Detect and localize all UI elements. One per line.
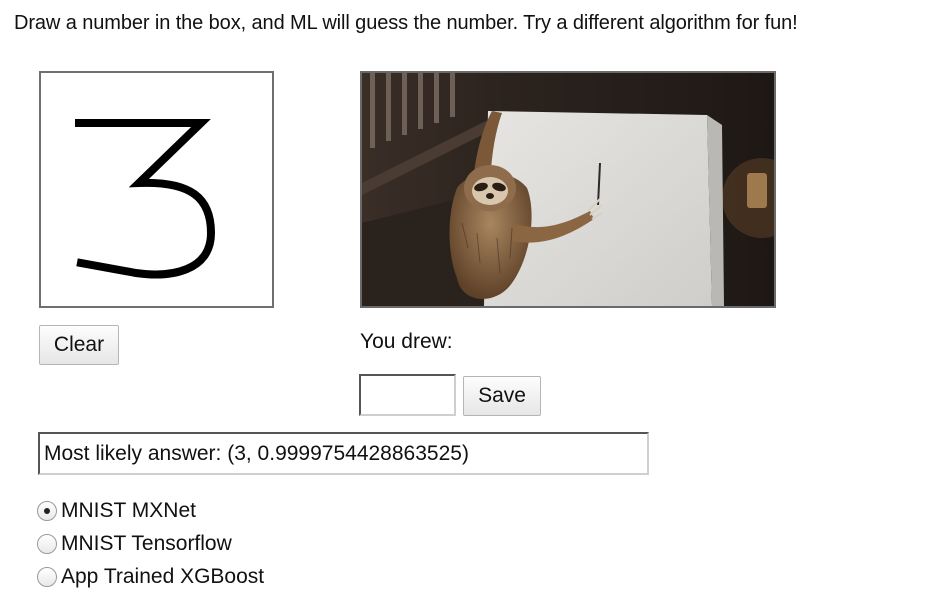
drawing-canvas[interactable] <box>39 71 274 308</box>
clear-button[interactable]: Clear <box>39 325 119 365</box>
algorithm-label: MNIST Tensorflow <box>61 531 232 555</box>
radio-button[interactable] <box>37 566 57 587</box>
radio-button[interactable] <box>37 500 57 521</box>
algorithm-label: MNIST MXNet <box>61 498 196 522</box>
algorithm-option-mxnet[interactable]: MNIST MXNet <box>37 494 264 527</box>
algorithm-option-xgboost[interactable]: App Trained XGBoost <box>37 560 264 593</box>
save-button[interactable]: Save <box>463 376 541 416</box>
algorithm-radio-group: MNIST MXNet MNIST Tensorflow App Trained… <box>37 494 264 593</box>
algorithm-label: App Trained XGBoost <box>61 564 265 588</box>
algorithm-option-tensorflow[interactable]: MNIST Tensorflow <box>37 527 264 560</box>
drawn-number-input[interactable] <box>359 374 456 416</box>
you-drew-label: You drew: <box>360 330 453 353</box>
radio-button[interactable] <box>37 533 57 554</box>
drawn-digit-stroke <box>75 119 216 279</box>
sloth-drawing-image <box>360 71 776 308</box>
answer-output: Most likely answer: (3, 0.99997544288635… <box>38 432 649 475</box>
instructions-text: Draw a number in the box, and ML will gu… <box>14 12 798 34</box>
